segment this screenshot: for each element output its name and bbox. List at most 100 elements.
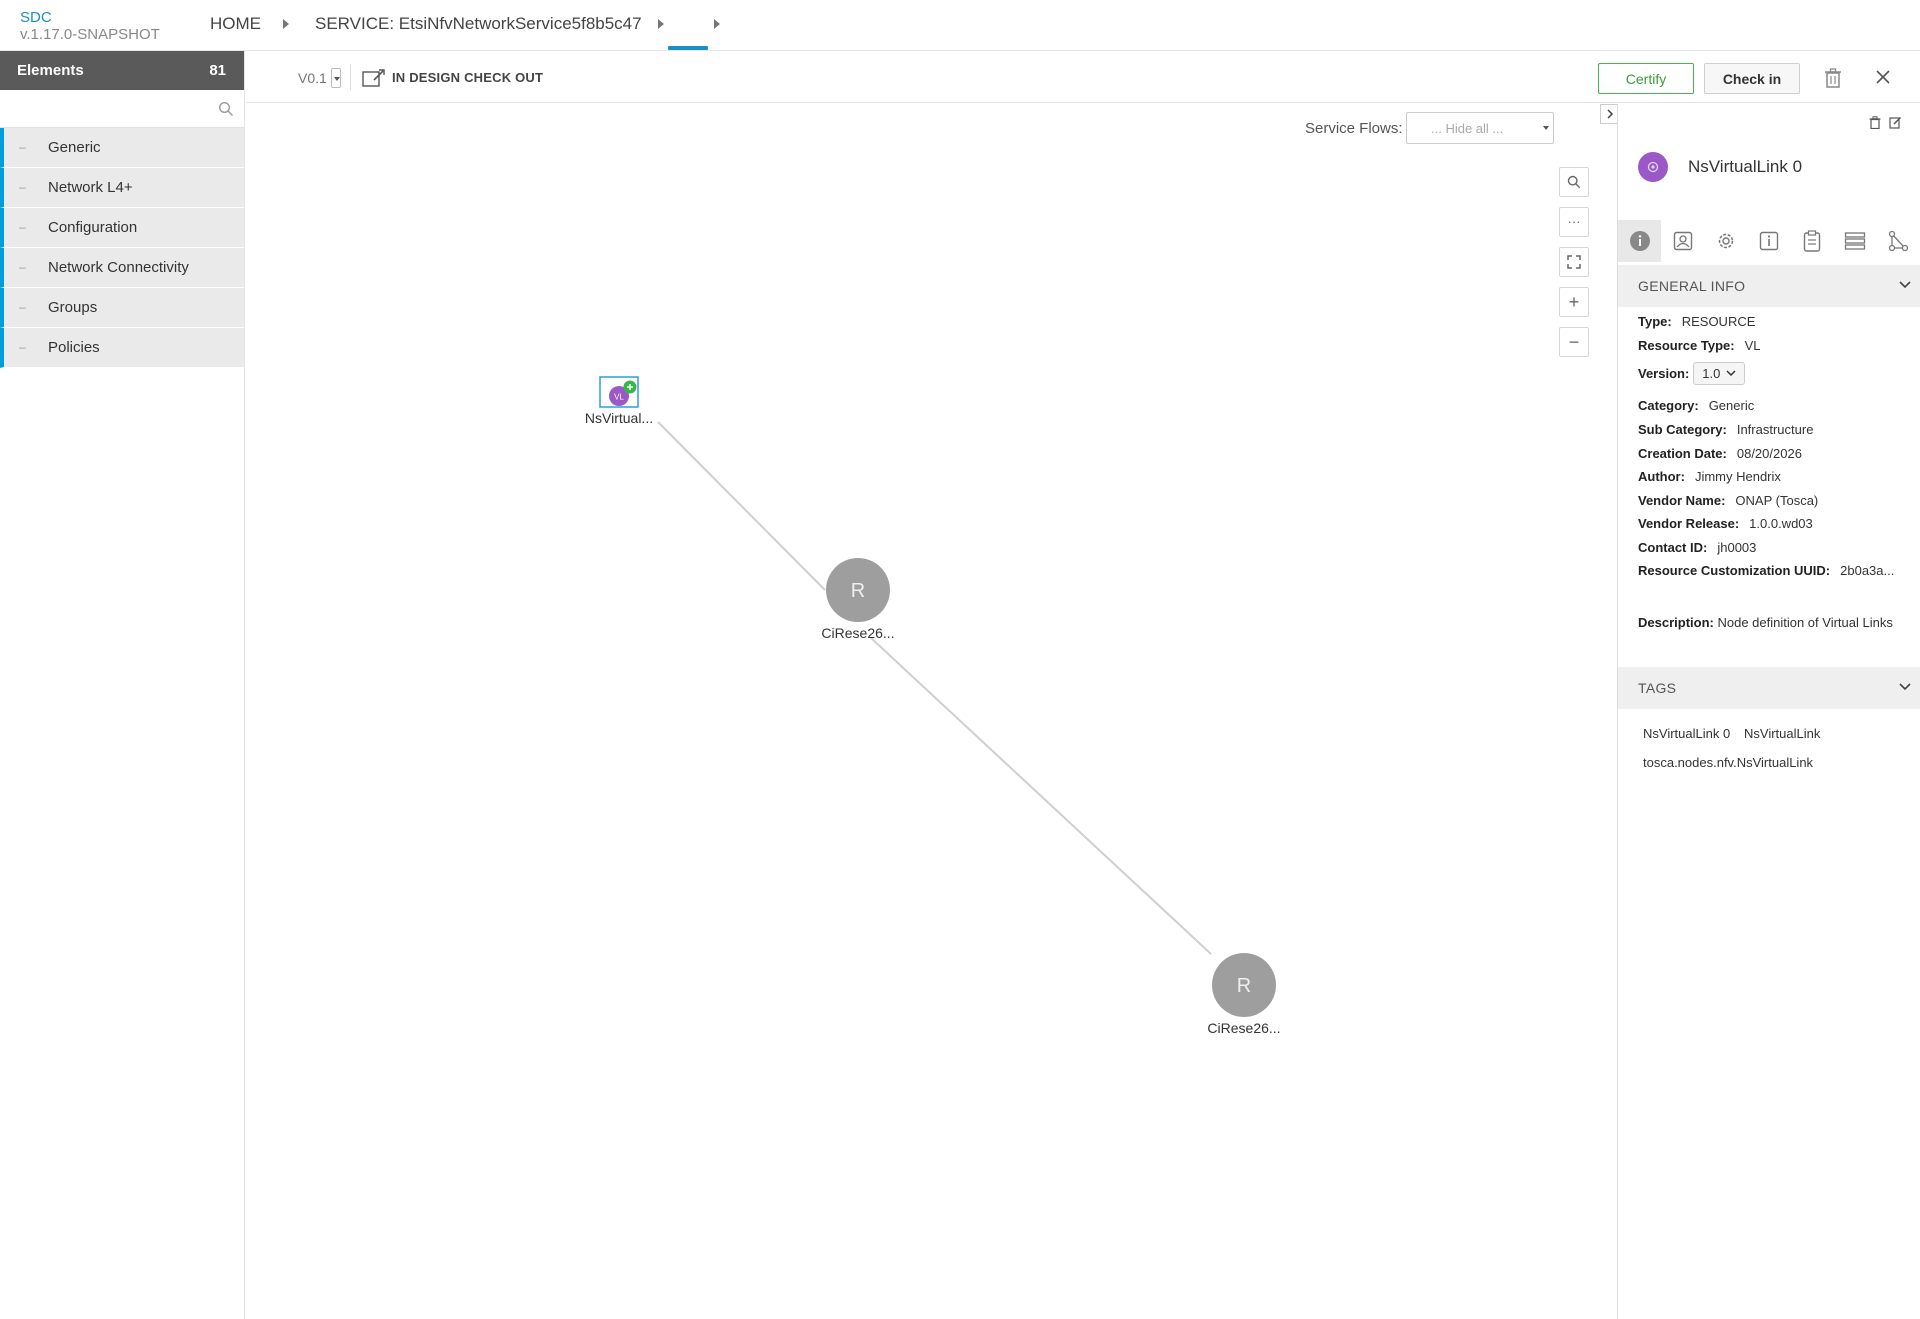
info-sub-category: Sub Category: Infrastructure [1638,422,1813,437]
divider [350,64,351,90]
trash-icon[interactable] [1824,68,1842,88]
relations-icon [1888,230,1908,252]
node-label[interactable]: NsVirtual... [585,410,653,426]
field-value: 08/20/2026 [1736,446,1802,461]
info-vendor-name: Vendor Name: ONAP (Tosca) [1638,493,1818,508]
node-cirese-2[interactable]: R [1212,953,1276,1017]
palette-search-input[interactable] [0,90,210,127]
relation-link[interactable] [870,637,1212,955]
brand-name: SDC [20,9,52,26]
checkout-icon [362,69,385,87]
palette-count: 81 [209,62,226,79]
node-label[interactable]: CiRese26... [821,625,894,641]
field-key: Author: [1638,469,1685,484]
field-key: Creation Date: [1638,446,1727,461]
tab-properties[interactable] [1704,220,1747,262]
search-icon[interactable] [218,101,234,117]
component-title: NsVirtualLink 0 [1638,152,1802,182]
edit-icon[interactable] [1889,116,1902,129]
breadcrumb-arrow-icon[interactable] [283,19,289,29]
expand-icon: – [19,220,26,234]
tab-deployment-artifacts[interactable] [1661,220,1704,262]
breadcrumb-service[interactable]: SERVICE: EtsiNfvNetworkService5f8b5c47 [315,14,642,34]
breadcrumb-home[interactable]: HOME [210,14,261,34]
gear-icon [1718,233,1733,249]
category-policies[interactable]: – Policies [0,328,244,368]
chevron-down-icon [1899,281,1911,289]
tab-general-info[interactable] [1618,220,1661,262]
palette-search [0,90,244,128]
node-label[interactable]: CiRese26... [1207,1020,1280,1036]
field-value: Generic [1708,398,1755,413]
chevron-down-icon [1899,683,1911,691]
field-key: Type: [1638,314,1672,329]
top-header: SDC v.1.17.0-SNAPSHOT HOME SERVICE: Etsi… [0,0,1920,51]
general-info-header[interactable]: GENERAL INFO [1618,265,1920,307]
info-creation-date: Creation Date: 08/20/2026 [1638,446,1802,461]
field-value: RESOURCE [1681,314,1756,329]
check-in-button[interactable]: Check in [1704,63,1800,94]
panel-actions [1869,116,1902,129]
expand-icon: – [19,340,26,354]
node-letter: R [851,580,865,602]
category-label: Network Connectivity [48,259,189,276]
archive-icon [1844,232,1865,250]
breadcrumb-arrow-icon[interactable] [714,19,720,29]
component-name: NsVirtualLink 0 [1688,157,1803,176]
expand-icon: – [19,300,26,314]
category-groups[interactable]: – Groups [0,288,244,328]
category-network-connectivity[interactable]: – Network Connectivity [0,248,244,288]
certify-button[interactable]: Certify [1598,63,1694,94]
field-key: Sub Category: [1638,422,1727,437]
brand[interactable]: SDC v.1.17.0-SNAPSHOT [20,10,160,44]
tab-api[interactable] [1833,220,1876,262]
field-value: jh0003 [1717,540,1757,555]
info-resource-type: Resource Type: VL [1638,338,1760,353]
field-value: Node definition of Virtual Links [1717,615,1893,630]
workspace-toolbar: V0.1 IN DESIGN CHECK OUT Certify Check i… [246,52,1920,103]
version-selector[interactable]: V0.1 [298,68,341,88]
tab-requirements[interactable] [1790,220,1833,262]
general-info-title: GENERAL INFO [1638,278,1746,294]
tags-title: TAGS [1638,680,1677,696]
component-version-select[interactable]: 1.0 [1693,362,1746,385]
composition-canvas[interactable]: Service Flows: ... Hide all ... ··· + − … [246,104,1616,1319]
panel-tabs [1618,220,1920,262]
field-value: 2b0a3a... [1840,563,1895,578]
relation-link[interactable] [657,421,826,591]
tag-item: tosca.nodes.nfv.NsVirtualLink [1643,755,1814,770]
palette-header: Elements 81 [0,51,244,90]
category-network-l4[interactable]: – Network L4+ [0,168,244,208]
field-key: Category: [1638,398,1699,413]
category-configuration[interactable]: – Configuration [0,208,244,248]
category-generic[interactable]: – Generic [0,128,244,168]
field-key: Resource Type: [1638,338,1735,353]
chevron-down-icon [1726,370,1736,377]
field-value: 1.0 [1702,366,1721,381]
collapse-panel-button[interactable] [1600,104,1618,124]
info-vendor-release: Vendor Release: 1.0.0.wd03 [1638,516,1813,531]
tab-relations[interactable] [1876,220,1919,262]
artifacts-icon [1673,231,1692,251]
tab-information[interactable] [1747,220,1790,262]
breadcrumb-active-indicator [668,46,708,50]
field-value: Jimmy Hendrix [1694,469,1781,484]
info-type: Type: RESOURCE [1638,314,1755,329]
trash-icon[interactable] [1869,116,1881,129]
node-cirese-1[interactable]: R [826,558,890,622]
vl-badge: VL [614,393,624,402]
info-icon [1629,231,1650,251]
field-key: Version: [1638,366,1690,381]
clipboard-icon [1803,230,1820,252]
lifecycle-status: IN DESIGN CHECK OUT [392,70,544,85]
close-icon[interactable] [1874,68,1892,86]
info-contact-id: Contact ID: jh0003 [1638,540,1756,555]
node-nsvirtuallink[interactable]: VL [599,376,639,408]
category-label: Groups [48,299,98,316]
field-value: ONAP (Tosca) [1735,493,1819,508]
breadcrumb-arrow-icon[interactable] [658,19,664,29]
tags-header[interactable]: TAGS [1618,667,1920,709]
category-label: Network L4+ [48,179,133,196]
graph-svg: VL R R [599,376,1276,1017]
version-value: V0.1 [298,70,327,86]
